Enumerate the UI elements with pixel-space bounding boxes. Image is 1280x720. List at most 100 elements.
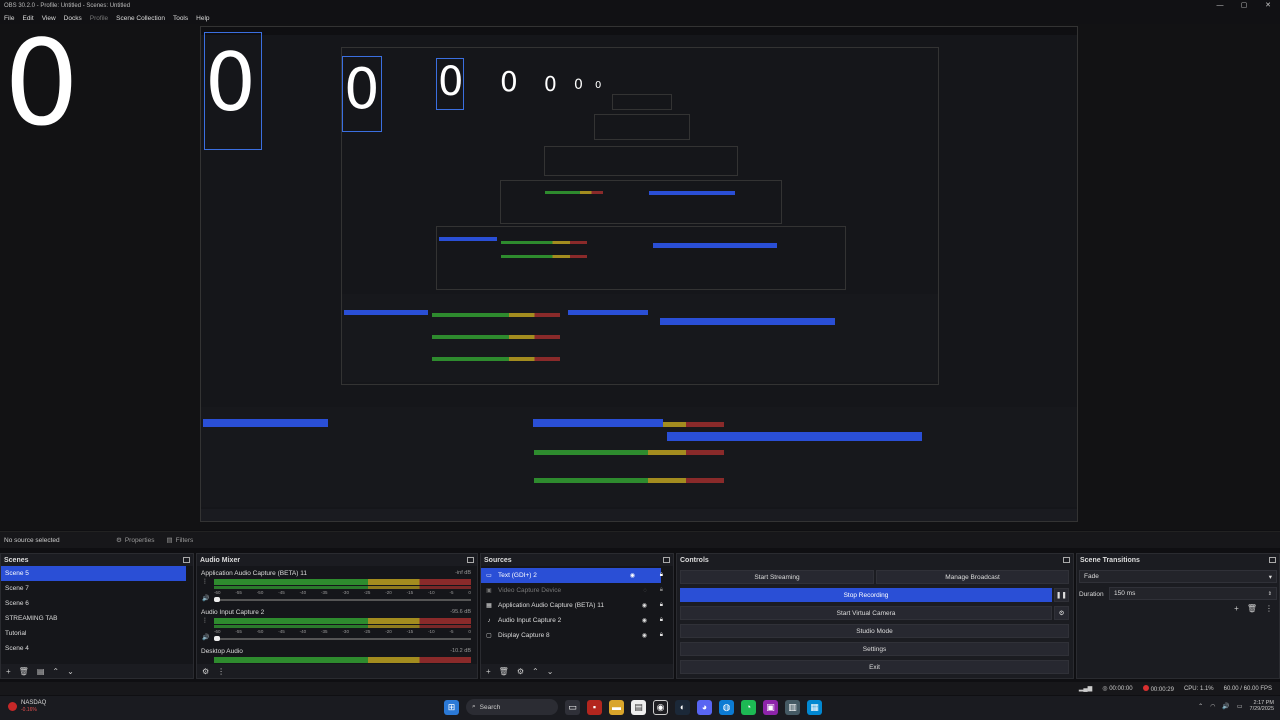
volume-slider[interactable]	[214, 638, 471, 640]
discord-icon[interactable]: ◕	[697, 699, 712, 715]
scene-item[interactable]: Scene 6	[1, 596, 193, 611]
speaker-icon[interactable]: 🔊	[202, 634, 209, 641]
undock-icon[interactable]	[663, 557, 670, 563]
start-streaming-button[interactable]: Start Streaming	[680, 570, 874, 584]
kebab-icon[interactable]: ⋮	[202, 578, 208, 585]
task-view-icon[interactable]: ▭	[565, 699, 580, 715]
scene-item[interactable]: Scene 5	[1, 566, 186, 581]
eye-icon[interactable]: ◉	[642, 632, 647, 639]
kebab-icon[interactable]: ⋮	[1265, 604, 1273, 613]
eye-icon[interactable]: ◉	[642, 602, 647, 609]
app-icon[interactable]: ▥	[785, 699, 800, 715]
source-item[interactable]: ♪ Audio Input Capture 2 ◉ 🔒︎	[481, 613, 673, 628]
file-explorer-icon[interactable]: ▬	[609, 699, 624, 715]
move-down-icon[interactable]: ⌄	[547, 667, 554, 676]
eye-hidden-icon[interactable]: ◌	[643, 588, 647, 594]
nested-capture-1: 0 0 0 0 0 0 0	[200, 26, 1078, 522]
menu-profile[interactable]: Profile	[86, 15, 112, 22]
maximize-button[interactable]: ▢	[1232, 0, 1256, 12]
move-down-icon[interactable]: ⌄	[67, 667, 74, 676]
add-transition-icon[interactable]: +	[1234, 604, 1239, 613]
start-virtual-camera-button[interactable]: Start Virtual Camera	[680, 606, 1052, 620]
virtual-camera-settings-button[interactable]: ⚙	[1054, 606, 1069, 620]
menu-tools[interactable]: Tools	[169, 15, 192, 22]
taskbar-search[interactable]: ⌕ Search	[466, 699, 558, 715]
duration-input[interactable]: 150 ms ⇕	[1109, 587, 1277, 600]
filters-button[interactable]: ▤ Filters	[160, 536, 199, 545]
source-item[interactable]: ▦ Application Audio Capture (BETA) 11 ◉ …	[481, 598, 673, 613]
chevron-up-icon[interactable]: ⌃	[1198, 703, 1203, 710]
edge-icon[interactable]: ◍	[719, 699, 734, 715]
app-icon[interactable]: ▪	[587, 699, 602, 715]
menu-edit[interactable]: Edit	[18, 15, 37, 22]
undock-icon[interactable]	[467, 557, 474, 563]
undock-icon[interactable]	[183, 557, 190, 563]
gear-icon[interactable]: ⚙	[202, 667, 209, 676]
volume-slider-handle[interactable]	[214, 636, 220, 641]
volume-meter	[214, 586, 471, 589]
lock-icon[interactable]: 🔒︎	[660, 572, 663, 579]
scene-item[interactable]: Tutorial	[1, 626, 193, 641]
transition-select[interactable]: Fade ▾	[1079, 570, 1277, 583]
source-item[interactable]: ▢ Display Capture 8 ◉ 🔒︎	[481, 628, 673, 643]
close-button[interactable]: ✕	[1256, 0, 1280, 12]
wifi-icon[interactable]: ◠	[1210, 703, 1215, 710]
menu-docks[interactable]: Docks	[60, 15, 86, 22]
eye-icon[interactable]: ◉	[630, 572, 635, 579]
lock-icon[interactable]: 🔒︎	[660, 602, 663, 609]
undock-icon[interactable]	[1269, 557, 1276, 563]
source-item[interactable]: ▭ Text (GDI+) 2 ◉ 🔒︎	[481, 568, 663, 583]
kebab-icon[interactable]: ⋮	[202, 617, 208, 624]
scene-filters-icon[interactable]: ▤	[37, 667, 45, 676]
spotify-icon[interactable]: ◔	[741, 699, 756, 715]
scene-item[interactable]: Scene 4	[1, 641, 193, 656]
gear-icon[interactable]: ⚙	[517, 667, 524, 676]
app-icon[interactable]: ▦	[807, 699, 822, 715]
obs-icon[interactable]: ◉	[653, 699, 668, 715]
settings-button[interactable]: Settings	[680, 642, 1069, 656]
move-up-icon[interactable]: ⌃	[532, 667, 539, 676]
scene-item[interactable]: STREAMING TAB	[1, 611, 193, 626]
scene-item[interactable]: Scene 7	[1, 581, 193, 596]
move-up-icon[interactable]: ⌃	[52, 667, 59, 676]
lock-icon[interactable]: 🔒︎	[660, 632, 663, 639]
source-item[interactable]: ▣ Video Capture Device ◌ 🔒︎	[481, 583, 673, 598]
menu-help[interactable]: Help	[192, 15, 213, 22]
menu-file[interactable]: File	[0, 15, 18, 22]
add-scene-icon[interactable]: +	[6, 667, 11, 676]
remove-scene-icon[interactable]: 🗑	[19, 667, 29, 676]
clock[interactable]: 2:17 PM 7/29/2025	[1250, 700, 1274, 713]
volume-slider-handle[interactable]	[214, 597, 220, 602]
menu-view[interactable]: View	[38, 15, 60, 22]
add-source-icon[interactable]: +	[486, 667, 491, 676]
stock-widget[interactable]: NASDAQ -0.16%	[8, 700, 46, 713]
notepad-icon[interactable]: ▤	[631, 699, 646, 715]
studio-mode-button[interactable]: Studio Mode	[680, 624, 1069, 638]
manage-broadcast-button[interactable]: Manage Broadcast	[876, 570, 1069, 584]
undock-icon[interactable]	[1063, 557, 1070, 563]
menu-scene-collection[interactable]: Scene Collection	[112, 15, 169, 22]
volume-icon[interactable]: 🔊	[1222, 703, 1229, 710]
app-icon[interactable]: ▣	[763, 699, 778, 715]
remove-transition-icon[interactable]: 🗑	[1247, 604, 1257, 613]
properties-button[interactable]: ⚙ Properties	[110, 536, 160, 545]
remove-source-icon[interactable]: 🗑	[499, 667, 509, 676]
kebab-icon[interactable]: ⋮	[217, 667, 225, 676]
minimize-button[interactable]: —	[1208, 0, 1232, 12]
speaker-icon[interactable]: 🔊	[202, 595, 209, 602]
lock-icon[interactable]: 🔒︎	[660, 617, 663, 624]
start-icon[interactable]: ⊞	[444, 699, 459, 715]
volume-slider[interactable]	[214, 599, 471, 601]
taskbar: NASDAQ -0.16% ⊞ ⌕ Search ▭ ▪ ▬ ▤ ◉ ◐ ◕ ◍…	[0, 696, 1280, 720]
battery-icon[interactable]: ▭	[1237, 703, 1243, 710]
stop-recording-button[interactable]: Stop Recording	[680, 588, 1052, 602]
meter-ticks: -60 -55 -50 -45 -40 -35 -30 -25 -20 -15 -10 -5 0	[214, 590, 471, 596]
exit-button[interactable]: Exit	[680, 660, 1069, 674]
spinner-icon[interactable]: ⇕	[1268, 591, 1272, 597]
preview-canvas[interactable]: 0 0 0 0 0 0 0 0	[0, 24, 1280, 530]
lock-icon[interactable]: 🔒︎	[660, 587, 663, 594]
pause-recording-button[interactable]: ❚❚	[1054, 588, 1069, 602]
steam-icon[interactable]: ◐	[675, 699, 690, 715]
taskbar-apps: ⊞ ⌕ Search ▭ ▪ ▬ ▤ ◉ ◐ ◕ ◍ ◔ ▣ ▥ ▦	[444, 699, 822, 715]
eye-icon[interactable]: ◉	[642, 617, 647, 624]
